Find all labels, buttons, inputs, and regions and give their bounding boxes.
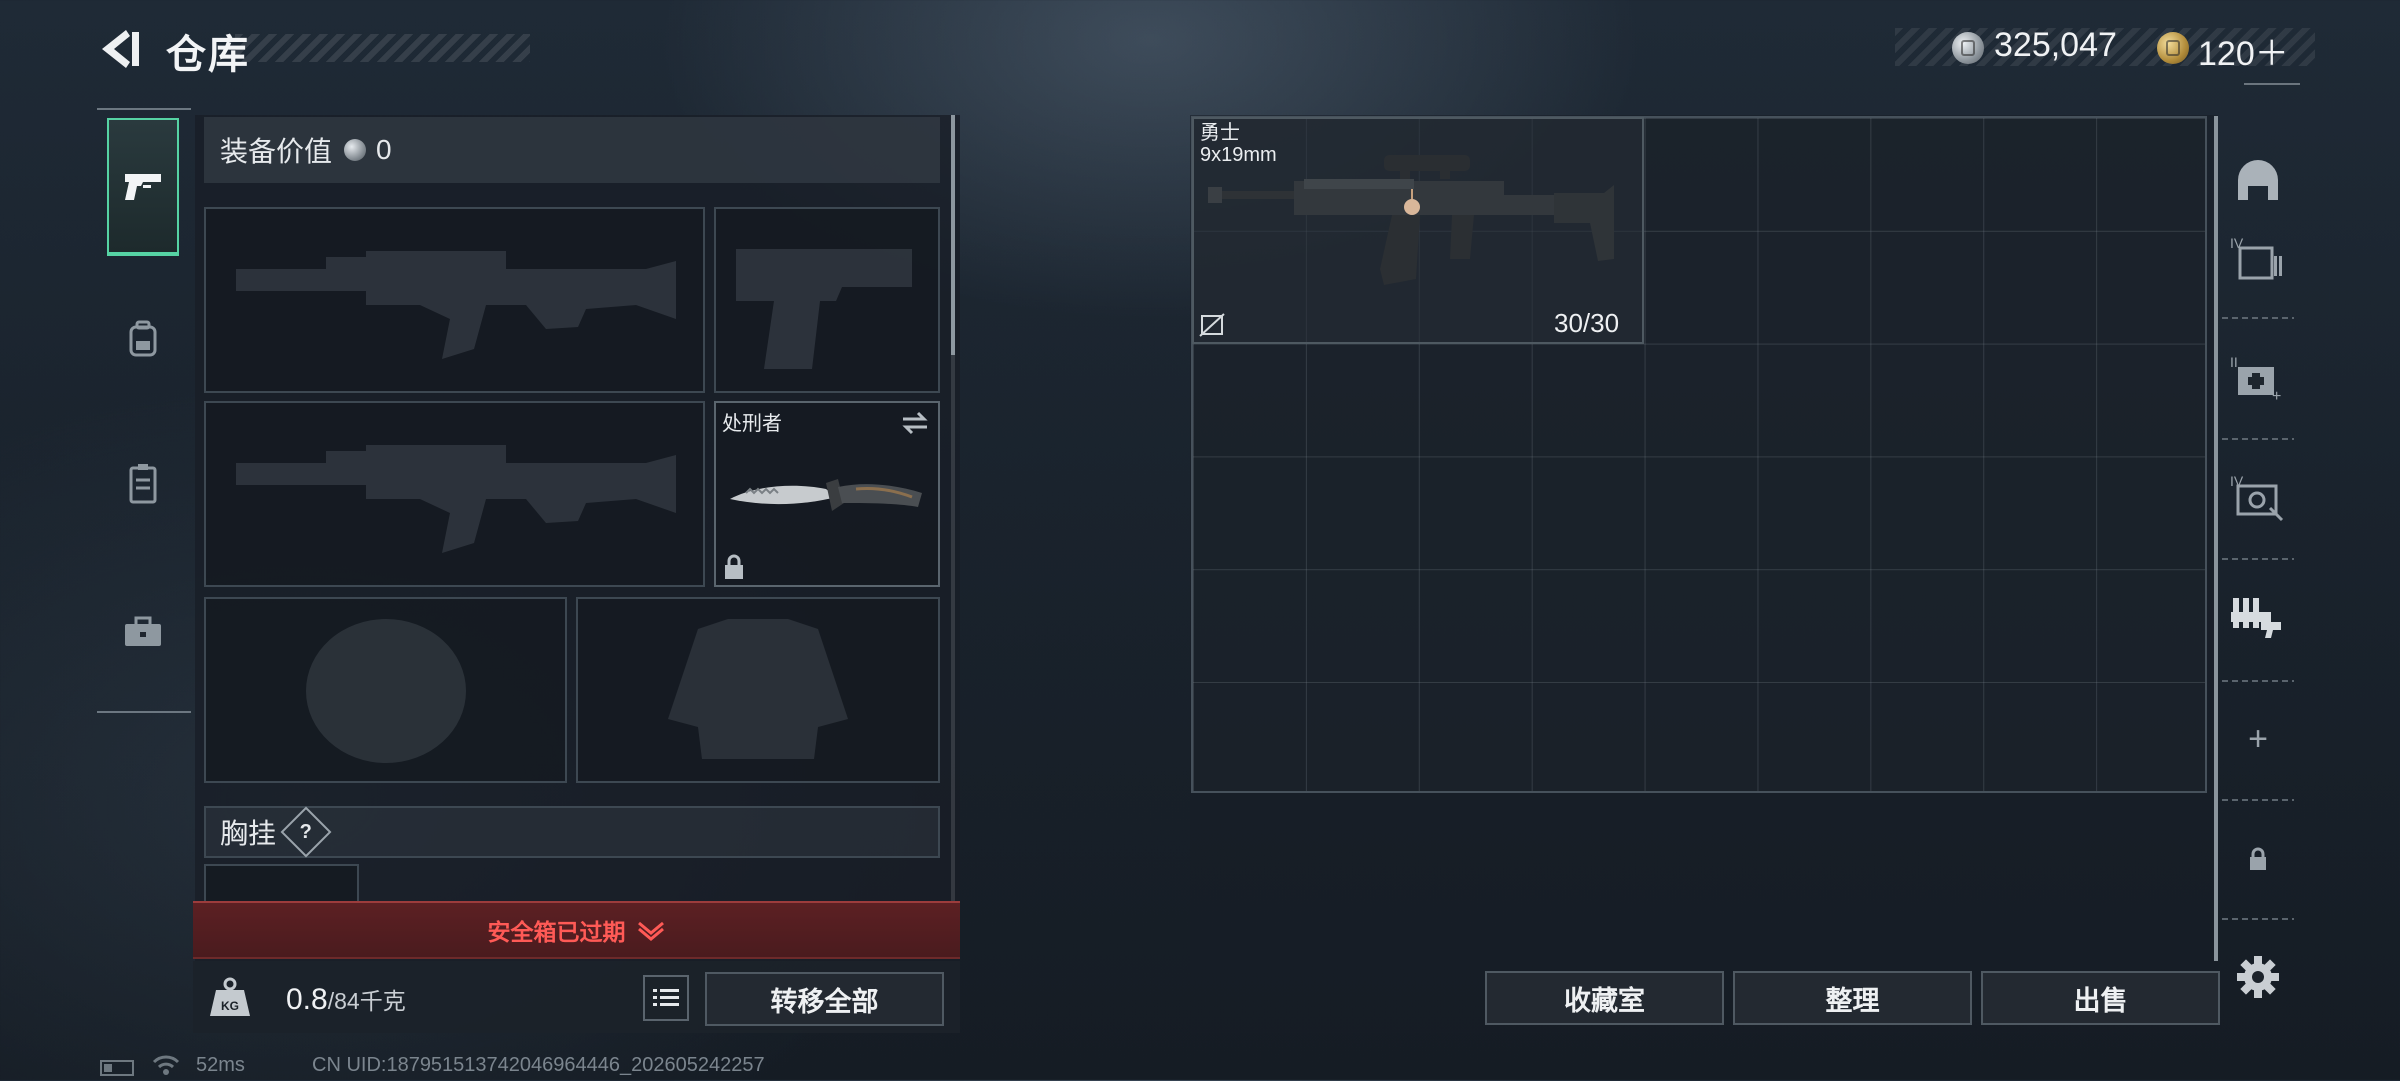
chest-rig-slot[interactable] (204, 864, 359, 902)
stash-scrollbar[interactable] (2214, 116, 2218, 961)
rifle-silhouette-icon (236, 251, 676, 359)
pistol-silhouette-icon (736, 249, 912, 369)
sidearm-slot[interactable] (714, 207, 940, 393)
rail-separator (2222, 438, 2294, 440)
list-view-button[interactable] (643, 975, 689, 1021)
backpack-icon (129, 320, 157, 357)
gear-icon (2237, 956, 2279, 998)
rail-separator (2222, 799, 2294, 801)
ammo-count: 30/30 (1554, 308, 1620, 338)
ping-readout: 52ms (196, 1054, 245, 1076)
title-decoration (235, 34, 530, 62)
equipment-value-label: 装备价值 (220, 136, 333, 167)
chest-rig-header: 胸挂 ? (204, 806, 940, 858)
no-mod-icon (1199, 313, 1225, 337)
gold-amount[interactable]: 120＋ (2198, 26, 2289, 75)
safebox-expired-banner[interactable]: 安全箱已过期 (193, 901, 960, 959)
item-caliber: 9x19mm (1200, 144, 1277, 166)
helmet-icon (2238, 160, 2278, 200)
chevron-down-icon (637, 921, 664, 941)
silver-coin-icon (1952, 32, 1984, 64)
tab-toolbox[interactable] (107, 563, 179, 701)
settings-button[interactable] (2222, 947, 2294, 1007)
equipment-value-amount: 0 (376, 134, 392, 165)
safebox-status: 安全箱已过期 (487, 919, 626, 945)
toolbox-icon (125, 616, 161, 646)
back-arrow-icon (102, 30, 139, 68)
weight-icon: KG (206, 976, 254, 1020)
vest-icon (129, 464, 157, 504)
plus-icon: + (2248, 719, 2268, 758)
melee-slot[interactable]: 处刑者 (714, 401, 940, 587)
sell-button[interactable]: 出售 (1981, 971, 2220, 1025)
pistol-icon (125, 174, 161, 200)
weight-readout: 0.8/84千克 (286, 982, 406, 1017)
helmet-silhouette-icon (306, 619, 466, 763)
svg-text:II: II (2230, 354, 2238, 370)
help-icon[interactable]: ? (280, 806, 332, 858)
primary-weapon-slot-1[interactable] (204, 207, 705, 393)
silver-amount: 325,047 (1994, 26, 2117, 64)
rail-add[interactable]: + (2222, 705, 2294, 773)
melee-name: 处刑者 (722, 413, 782, 435)
page-title: 仓库 (166, 33, 250, 77)
rail-separator (2222, 918, 2294, 920)
loadout-scroll-thumb[interactable] (951, 115, 955, 355)
item-label: 勇士 9x19mm (1200, 122, 1277, 166)
rail-weapon-rack[interactable] (2222, 583, 2294, 651)
lock-icon (725, 554, 743, 579)
tab-backpack[interactable] (107, 270, 179, 408)
weight-capacity: /84千克 (327, 988, 406, 1014)
rail-top-line (2244, 83, 2300, 85)
rail-ammo-box[interactable]: IV (2222, 226, 2294, 292)
back-button[interactable] (96, 26, 144, 72)
rail-medkit[interactable]: II + (2222, 345, 2294, 411)
swap-icon[interactable] (900, 409, 930, 437)
rail-gear-case[interactable]: IV (2222, 463, 2294, 531)
tab-weapons[interactable] (107, 118, 179, 256)
lock-icon (2250, 847, 2266, 870)
value-coin-icon (344, 139, 367, 161)
rifle-silhouette-icon (236, 445, 676, 553)
collection-room-button[interactable]: 收藏室 (1485, 971, 1724, 1025)
svg-text:KG: KG (221, 999, 239, 1013)
ammo-box-icon: IV (2230, 235, 2282, 280)
wifi-icon (152, 1054, 180, 1081)
weapon-rack-icon (2231, 598, 2281, 638)
primary-weapon-slot-2[interactable] (204, 401, 705, 587)
chest-rig-label: 胸挂 (220, 818, 277, 849)
tab-vest[interactable] (107, 415, 179, 553)
rail-helmet[interactable] (2222, 140, 2294, 220)
transfer-all-button[interactable]: 转移全部 (705, 972, 944, 1026)
battery-icon (100, 1060, 134, 1076)
user-uid: CN UID:187951513742046964446_20260524225… (312, 1054, 765, 1076)
organize-button[interactable]: 整理 (1733, 971, 1972, 1025)
armor-slot[interactable] (576, 597, 940, 783)
gear-case-icon: IV (2230, 473, 2284, 522)
medkit-icon: II + (2230, 354, 2281, 403)
knife-icon (730, 479, 922, 511)
rail-separator (2222, 317, 2294, 319)
equipment-value-header: 装备价值 0 (204, 117, 940, 183)
armor-silhouette-icon (668, 619, 848, 759)
svg-text:+: + (2272, 388, 2281, 403)
item-name: 勇士 (1200, 122, 1240, 144)
list-icon (653, 989, 679, 1006)
help-mark: ? (299, 820, 313, 843)
helmet-slot[interactable] (204, 597, 567, 783)
rail-locked[interactable] (2222, 823, 2294, 895)
gold-coin-icon (2157, 32, 2189, 64)
weight-current: 0.8 (286, 983, 328, 1016)
rail-separator (2222, 558, 2294, 560)
rail-separator (2222, 680, 2294, 682)
